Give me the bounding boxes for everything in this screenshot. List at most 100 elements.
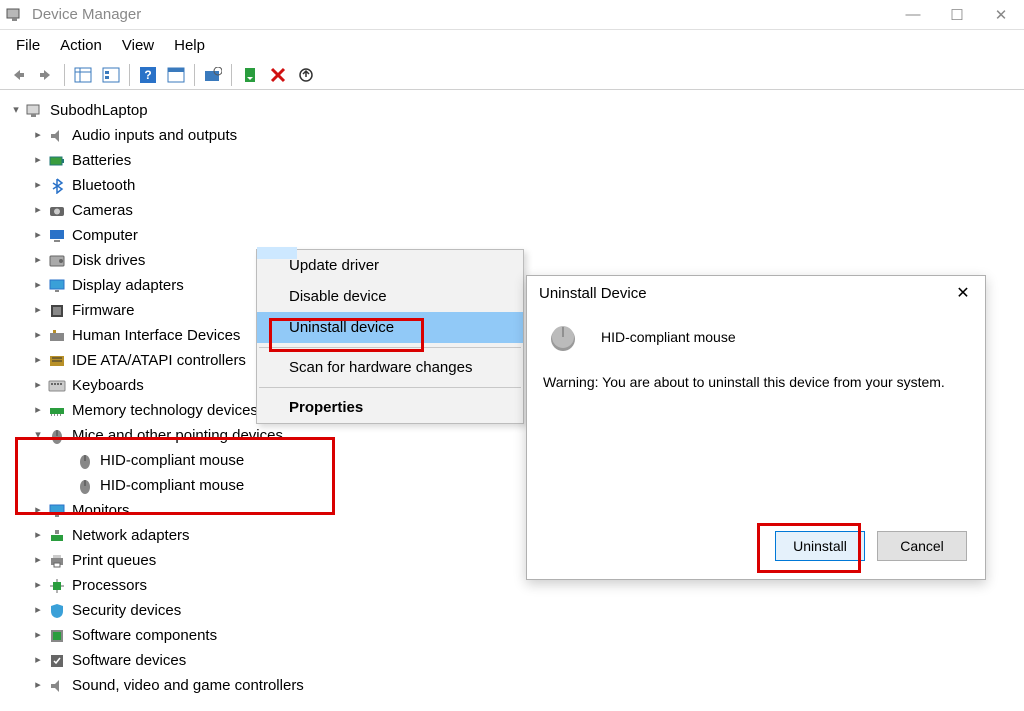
menubar: File Action View Help: [0, 30, 1024, 60]
category-label: Disk drives: [72, 248, 145, 274]
menu-separator: [259, 387, 521, 388]
menu-file[interactable]: File: [6, 33, 50, 58]
tree-category[interactable]: ▸Security devices: [4, 598, 1020, 623]
category-label: Audio inputs and outputs: [72, 123, 237, 149]
window-title: Device Manager: [32, 6, 906, 23]
keyboard-icon: [46, 377, 68, 395]
display-icon: [46, 277, 68, 295]
category-label: Monitors: [72, 498, 130, 524]
menu-disable-device[interactable]: Disable device: [257, 281, 523, 312]
bluetooth-icon: [46, 177, 68, 195]
chevron-right-icon[interactable]: ▸: [30, 276, 46, 295]
software-device-icon: [46, 652, 68, 670]
chevron-right-icon[interactable]: ▸: [30, 651, 46, 670]
tree-category[interactable]: ▸Batteries: [4, 148, 1020, 173]
dialog-device-name: HID-compliant mouse: [601, 329, 736, 345]
menu-action[interactable]: Action: [50, 33, 112, 58]
chevron-right-icon[interactable]: ▸: [30, 126, 46, 145]
chevron-right-icon[interactable]: ▸: [30, 351, 46, 370]
chevron-right-icon[interactable]: ▸: [30, 501, 46, 520]
chevron-right-icon[interactable]: ▸: [30, 226, 46, 245]
toolbar-list[interactable]: [98, 63, 124, 87]
software-icon: [46, 627, 68, 645]
chevron-right-icon[interactable]: ▸: [30, 326, 46, 345]
category-label: Human Interface Devices: [72, 323, 240, 349]
mouse-icon: [543, 322, 583, 352]
toolbar-sep: [64, 64, 65, 86]
tree-category[interactable]: ▸Bluetooth: [4, 173, 1020, 198]
menu-uninstall-device[interactable]: Uninstall device: [257, 312, 523, 343]
mouse-icon: [46, 427, 68, 445]
toolbar-detail[interactable]: [70, 63, 96, 87]
category-label: Network adapters: [72, 523, 190, 549]
toolbar-sep: [231, 64, 232, 86]
menu-view[interactable]: View: [112, 33, 164, 58]
toolbar-uninstall-icon[interactable]: [265, 63, 291, 87]
hid-icon: [46, 327, 68, 345]
mouse-icon: [74, 477, 96, 495]
security-icon: [46, 602, 68, 620]
titlebar: Device Manager — ☐ ✕: [0, 0, 1024, 30]
toolbar-forward[interactable]: [33, 63, 59, 87]
dialog-close-button[interactable]: ✕: [953, 283, 973, 303]
close-button[interactable]: ✕: [994, 8, 1008, 22]
uninstall-button[interactable]: Uninstall: [775, 531, 865, 561]
dialog-title: Uninstall Device: [539, 285, 953, 302]
camera-icon: [46, 202, 68, 220]
category-label: Print queues: [72, 548, 156, 574]
category-label: Keyboards: [72, 373, 144, 399]
tree-category[interactable]: ▸ Audio inputs and outputs: [4, 123, 1020, 148]
chevron-right-icon[interactable]: ▸: [30, 151, 46, 170]
chevron-down-icon[interactable]: ▾: [8, 101, 24, 120]
device-label: HID-compliant mouse: [100, 473, 244, 499]
toolbar-disable-icon[interactable]: [293, 63, 319, 87]
category-label: Display adapters: [72, 273, 184, 299]
context-menu: Update driver Disable device Uninstall d…: [256, 249, 524, 424]
minimize-button[interactable]: —: [906, 8, 920, 22]
processor-icon: [46, 577, 68, 595]
chevron-right-icon[interactable]: ▸: [30, 251, 46, 270]
tree-category[interactable]: ▸Software devices: [4, 648, 1020, 673]
chevron-right-icon[interactable]: ▸: [30, 401, 46, 420]
menu-properties[interactable]: Properties: [257, 392, 523, 423]
category-label: Computer: [72, 223, 138, 249]
toolbar-props-icon[interactable]: [163, 63, 189, 87]
chevron-right-icon[interactable]: ▸: [30, 601, 46, 620]
menu-help[interactable]: Help: [164, 33, 215, 58]
toolbar-back[interactable]: [5, 63, 31, 87]
chevron-right-icon[interactable]: ▸: [30, 376, 46, 395]
device-label: HID-compliant mouse: [100, 448, 244, 474]
chevron-down-icon[interactable]: ▾: [30, 426, 46, 445]
tree-category[interactable]: ▸ Sound, video and game controllers: [4, 673, 1020, 698]
chevron-right-icon[interactable]: ▸: [30, 201, 46, 220]
network-icon: [46, 527, 68, 545]
maximize-button[interactable]: ☐: [950, 8, 964, 22]
toolbar-scan-icon[interactable]: [200, 63, 226, 87]
svg-text:?: ?: [144, 68, 151, 82]
chevron-right-icon[interactable]: ▸: [30, 526, 46, 545]
sound-icon: [46, 677, 68, 695]
toolbar-help-icon[interactable]: ?: [135, 63, 161, 87]
menu-separator: [259, 347, 521, 348]
chevron-right-icon[interactable]: ▸: [30, 176, 46, 195]
tree-category[interactable]: ▸Cameras: [4, 198, 1020, 223]
menu-scan-hardware[interactable]: Scan for hardware changes: [257, 352, 523, 383]
chevron-right-icon[interactable]: ▸: [30, 551, 46, 570]
chevron-right-icon[interactable]: ▸: [30, 576, 46, 595]
ide-icon: [46, 352, 68, 370]
audio-icon: [46, 127, 68, 145]
tree-category[interactable]: ▸ Software components: [4, 623, 1020, 648]
toolbar-update-icon[interactable]: [237, 63, 263, 87]
monitor-icon: [46, 502, 68, 520]
chevron-right-icon[interactable]: ▸: [30, 626, 46, 645]
cancel-button[interactable]: Cancel: [877, 531, 967, 561]
category-label: Software components: [72, 623, 217, 649]
toolbar-sep: [129, 64, 130, 86]
chevron-right-icon[interactable]: ▸: [30, 301, 46, 320]
tree-category[interactable]: ▸ Computer: [4, 223, 1020, 248]
category-label: Sound, video and game controllers: [72, 673, 304, 699]
tree-root[interactable]: ▾ SubodhLaptop: [4, 98, 1020, 123]
app-icon: [6, 6, 24, 24]
toolbar: ?: [0, 60, 1024, 90]
chevron-right-icon[interactable]: ▸: [30, 676, 46, 695]
